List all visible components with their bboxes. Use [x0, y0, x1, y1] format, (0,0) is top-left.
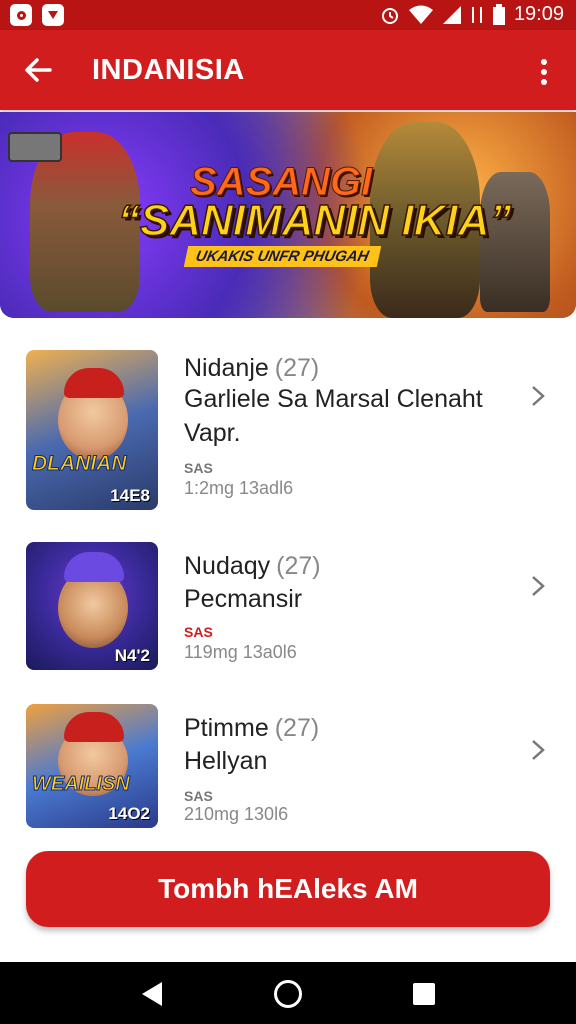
thumbnail-number: 14E8 — [110, 486, 150, 505]
chevron-right-icon[interactable] — [524, 572, 552, 600]
list-item[interactable]: N4'2 Nudaqy (27) Pecmansir SAS 119mg 13a0… — [0, 542, 576, 712]
item-thumbnail: DLANIAN 14E8 — [26, 350, 158, 510]
item-description: Pecmansir — [184, 585, 303, 613]
item-description: Garliele Sa Marsal Clenaht Vapr. — [184, 385, 483, 447]
data-icon — [471, 6, 482, 23]
list-item[interactable]: WEAILISN 14O2 Ptimme (27) Hellyan SAS 210… — [0, 704, 576, 874]
nav-recents-button[interactable] — [404, 974, 444, 1014]
item-name: Ptimme (27) — [184, 714, 320, 742]
download-notification-icon — [42, 4, 64, 26]
primary-action-button[interactable]: Tombh hEAleks AM — [26, 851, 550, 927]
thumbnail-number: N4'2 — [114, 646, 150, 665]
page-title: INDANISIA — [92, 54, 245, 86]
item-size: 119mg 13a0l6 — [184, 642, 297, 662]
more-vert-icon — [541, 59, 547, 65]
item-rating: SAS — [184, 460, 213, 476]
thumbnail-number: 14O2 — [108, 804, 150, 823]
item-size: 1:2mg 13adl6 — [184, 478, 294, 498]
square-recents-icon — [413, 983, 435, 1005]
arrow-left-icon — [25, 58, 52, 82]
chevron-right-icon[interactable] — [524, 382, 552, 410]
list-item[interactable]: DLANIAN 14E8 Nidanje (27) Garliele Sa Mar… — [0, 350, 576, 520]
nav-home-button[interactable] — [268, 974, 308, 1014]
circle-home-icon — [274, 980, 302, 1008]
promo-banner[interactable]: SASANGI “SANIMANIN IKIA” UKAKIS UNFR PHU… — [0, 112, 576, 318]
wifi-icon — [408, 5, 433, 24]
alarm-icon — [381, 7, 398, 24]
item-rating: SAS — [184, 788, 213, 804]
thumbnail-label: DLANIAN — [32, 452, 127, 476]
item-size: 210mg 130l6 — [184, 804, 289, 824]
banner-line2: “SANIMANIN IKIA” — [117, 195, 512, 246]
item-score: (27) — [276, 552, 321, 580]
thumbnail-label: WEAILISN — [32, 773, 131, 796]
item-name: Nudaqy (27) — [184, 552, 321, 580]
signal-icon — [442, 5, 461, 24]
item-thumbnail: N4'2 — [26, 542, 158, 670]
notification-app-icon — [10, 4, 32, 26]
banner-tagline: UKAKIS UNFR PHUGAH — [183, 246, 381, 267]
item-thumbnail: WEAILISN 14O2 — [26, 704, 158, 828]
item-score: (27) — [274, 354, 320, 382]
system-nav-bar — [0, 962, 576, 1024]
back-button[interactable] — [16, 48, 60, 92]
more-options-button[interactable] — [526, 52, 562, 92]
battery-icon — [492, 3, 505, 25]
status-bar: 19:09 — [0, 0, 576, 30]
status-time: 19:09 — [513, 3, 564, 25]
nav-back-button[interactable] — [132, 974, 172, 1014]
chevron-right-icon[interactable] — [524, 736, 552, 764]
item-name: Nidanje (27) — [184, 354, 320, 382]
hammer-icon — [8, 132, 62, 162]
item-score: (27) — [274, 714, 320, 742]
item-description: Hellyan — [184, 747, 268, 775]
triangle-back-icon — [142, 982, 162, 1006]
app-bar: INDANISIA — [0, 30, 576, 110]
item-rating: SAS — [184, 624, 213, 640]
